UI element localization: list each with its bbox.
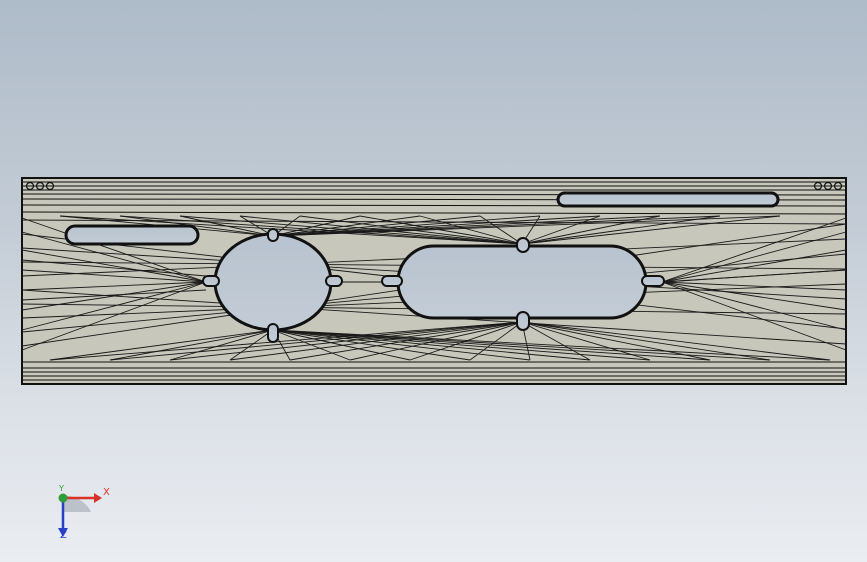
coordinate-triad: X Y Z xyxy=(44,482,124,552)
left-slot[interactable] xyxy=(64,224,200,246)
triad-axes-icon xyxy=(58,493,102,537)
y-axis-label: Y xyxy=(59,484,64,493)
long-slot[interactable] xyxy=(381,237,665,331)
part-model[interactable] xyxy=(0,0,867,562)
x-axis-label: X xyxy=(103,487,110,498)
z-axis-label: Z xyxy=(60,530,67,541)
top-right-slot[interactable] xyxy=(556,191,780,208)
3d-viewport[interactable]: X Y Z xyxy=(0,0,867,562)
